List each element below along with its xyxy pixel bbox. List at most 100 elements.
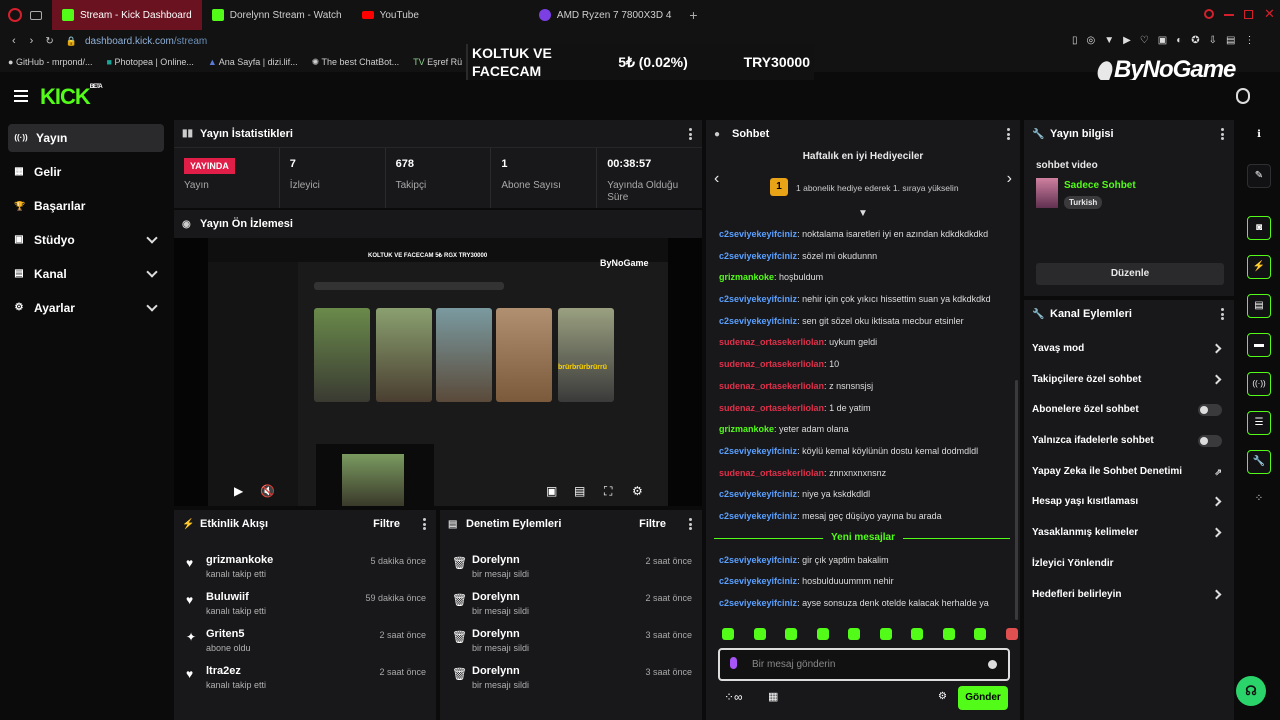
subscribers-only-toggle[interactable] (1198, 404, 1222, 417)
maximize-window-icon[interactable] (1244, 10, 1253, 19)
fullscreen-icon[interactable]: ⛶ (604, 484, 612, 499)
opera-logo-icon[interactable] (8, 8, 22, 22)
reload-icon[interactable]: ↻ (45, 36, 53, 47)
bookmark-dizi[interactable]: ▲ Ana Sayfa | dizi.lif... (208, 57, 298, 67)
chevron-down-icon[interactable] (146, 232, 158, 244)
emote-bar (722, 628, 1018, 640)
emote-icon[interactable] (816, 628, 829, 640)
chevron-down-icon[interactable] (146, 300, 158, 312)
action-ai-moderation[interactable]: Yapay Zeka ile Sohbet Denetimi ⇗ (1024, 457, 1234, 488)
info-icon[interactable]: ℹ (1247, 124, 1271, 148)
infinity-icon[interactable]: ⁘∞ (724, 690, 743, 704)
emote-icon[interactable] (879, 628, 892, 640)
chat-settings-icon[interactable]: ⚙ (938, 691, 947, 702)
close-window-icon[interactable]: ✕ (1264, 6, 1275, 22)
minimize-window-icon[interactable] (1224, 14, 1234, 16)
sidebar-item-yayin[interactable]: ((·)) Yayın (8, 124, 164, 152)
edit-stream-button[interactable]: Düzenle (1036, 263, 1224, 285)
lightning-icon[interactable]: ⚡ (1247, 255, 1271, 279)
list-icon[interactable]: ☰ (1247, 411, 1271, 435)
apps-icon[interactable]: ⁘ (1247, 488, 1271, 512)
dizi-icon: ▲ (207, 57, 217, 67)
bookmark-chatbot[interactable]: ✺ The best ChatBot... (312, 57, 399, 68)
chat-message: c2seviyekeyifciniz: nehir için çok yıkıc… (719, 294, 991, 305)
more-options-icon[interactable] (689, 518, 692, 530)
chevron-right-icon[interactable]: › (1007, 170, 1012, 188)
chevron-left-icon[interactable]: ‹ (714, 170, 719, 188)
url-text[interactable]: dashboard.kick.com/stream (85, 36, 207, 47)
emote-only-toggle[interactable] (1198, 435, 1222, 448)
chat-message: c2seviyekeyifciniz: hosbulduuummm nehir (719, 576, 894, 587)
category-name[interactable]: Sadece Sohbet (1064, 180, 1136, 191)
action-followers-only[interactable]: Takipçilere özel sohbet (1024, 365, 1234, 396)
sidebar-item-ayarlar[interactable]: ⚙ Ayarlar (8, 294, 164, 322)
edit-icon[interactable]: ✎ (1247, 164, 1271, 188)
action-account-age[interactable]: Hesap yaşı kısıtlaması (1024, 487, 1234, 518)
list-item: 🗑 Dorelynn bir mesajı sildi 3 saat önce (452, 665, 692, 690)
new-tab-icon[interactable]: + (689, 7, 697, 23)
microphone-icon[interactable] (730, 657, 737, 669)
bookmark-photopea[interactable]: ■ Photopea | Online... (106, 57, 193, 67)
clip-icon[interactable]: ◙ (1247, 216, 1271, 240)
emote-icon[interactable] (848, 628, 861, 640)
github-icon: ● (8, 57, 14, 67)
chat-message-input[interactable]: Bir mesaj gönderin (718, 648, 1010, 681)
bookmark-esref[interactable]: TV Eşref Rü (413, 57, 462, 67)
action-banned-words[interactable]: Yasaklanmış kelimeler (1024, 518, 1234, 549)
tab-dorelynn-stream[interactable]: Dorelynn Stream - Watch (202, 0, 352, 30)
support-headset-icon[interactable]: ☊ (1236, 676, 1266, 706)
emote-icon[interactable] (722, 628, 734, 640)
sidebar-item-kanal[interactable]: ▤ Kanal (8, 260, 164, 288)
user-avatar[interactable] (1236, 88, 1250, 104)
emote-icon[interactable] (785, 628, 798, 640)
action-slow-mode[interactable]: Yavaş mod (1024, 334, 1234, 365)
wrench-icon[interactable]: 🔧 (1247, 450, 1271, 474)
more-options-icon[interactable] (423, 518, 426, 530)
theater-mode-icon[interactable]: ▤ (574, 484, 585, 498)
play-icon[interactable]: ▶ (234, 484, 243, 498)
chevron-right-icon (1211, 374, 1222, 385)
forward-icon[interactable]: › (30, 35, 34, 47)
action-set-goals[interactable]: Hedefleri belirleyin (1024, 580, 1234, 611)
document-icon[interactable]: ▤ (1247, 294, 1271, 318)
settings-gear-icon[interactable]: ⚙ (632, 484, 643, 498)
tab-grid-icon[interactable] (30, 10, 42, 20)
pip-icon[interactable]: ▣ (546, 484, 557, 498)
tab-youtube[interactable]: YouTube (352, 0, 429, 30)
more-options-icon[interactable] (1007, 128, 1010, 140)
mute-icon[interactable]: 🔇 (260, 484, 275, 498)
tab-kick-dashboard[interactable]: Stream - Kick Dashboard (52, 0, 202, 30)
filter-button[interactable]: Filtre (373, 518, 400, 530)
send-button[interactable]: Gönder (958, 686, 1008, 710)
chat-icon[interactable]: ▬ (1247, 333, 1271, 357)
store-icon[interactable]: ▦ (768, 690, 778, 703)
broadcast-icon[interactable]: ((·)) (1247, 372, 1271, 396)
filter-button[interactable]: Filtre (639, 518, 666, 530)
sidebar-item-gelir[interactable]: ▦ Gelir (8, 158, 164, 186)
action-host-viewers[interactable]: İzleyici Yönlendir (1024, 549, 1234, 580)
sidebar-item-studyo[interactable]: ▣ Stüdyo (8, 226, 164, 254)
chat-scrollbar[interactable] (1015, 380, 1018, 620)
emote-icon[interactable] (942, 628, 955, 640)
more-options-icon[interactable] (689, 128, 692, 140)
more-options-icon[interactable] (1221, 308, 1224, 320)
emote-icon[interactable] (974, 628, 987, 640)
emote-icon[interactable] (911, 628, 924, 640)
emote-icon[interactable] (1005, 628, 1018, 640)
chevron-down-icon[interactable] (146, 266, 158, 278)
back-icon[interactable]: ‹ (12, 35, 16, 47)
search-tabs-icon[interactable] (1204, 9, 1214, 19)
kick-logo[interactable]: KICKBETA (40, 84, 103, 110)
rank-badge: 1 (770, 178, 788, 196)
extensions-icons[interactable]: ▯◎▼▶♡▣◐✪⇩▤⋮ (1072, 35, 1263, 46)
emote-icon[interactable] (753, 628, 766, 640)
sidebar-item-basarilar[interactable]: 🏆 Başarılar (8, 192, 164, 220)
emoji-picker-icon[interactable] (988, 660, 997, 669)
chat-pin-icon[interactable]: ▼ (706, 208, 1020, 224)
hamburger-menu-icon[interactable] (14, 90, 28, 102)
tab-amd-ryzen[interactable]: AMD Ryzen 7 7800X3D 4 (529, 0, 682, 30)
stream-preview-video[interactable]: KOLTUK VE FACECAM 5₺ RGX TRY30000 ByNoGa… (174, 238, 702, 506)
more-options-icon[interactable] (1221, 128, 1224, 140)
external-link-icon: ⇗ (1214, 466, 1222, 477)
bookmark-github[interactable]: ● GitHub - mrpond/... (8, 57, 92, 67)
